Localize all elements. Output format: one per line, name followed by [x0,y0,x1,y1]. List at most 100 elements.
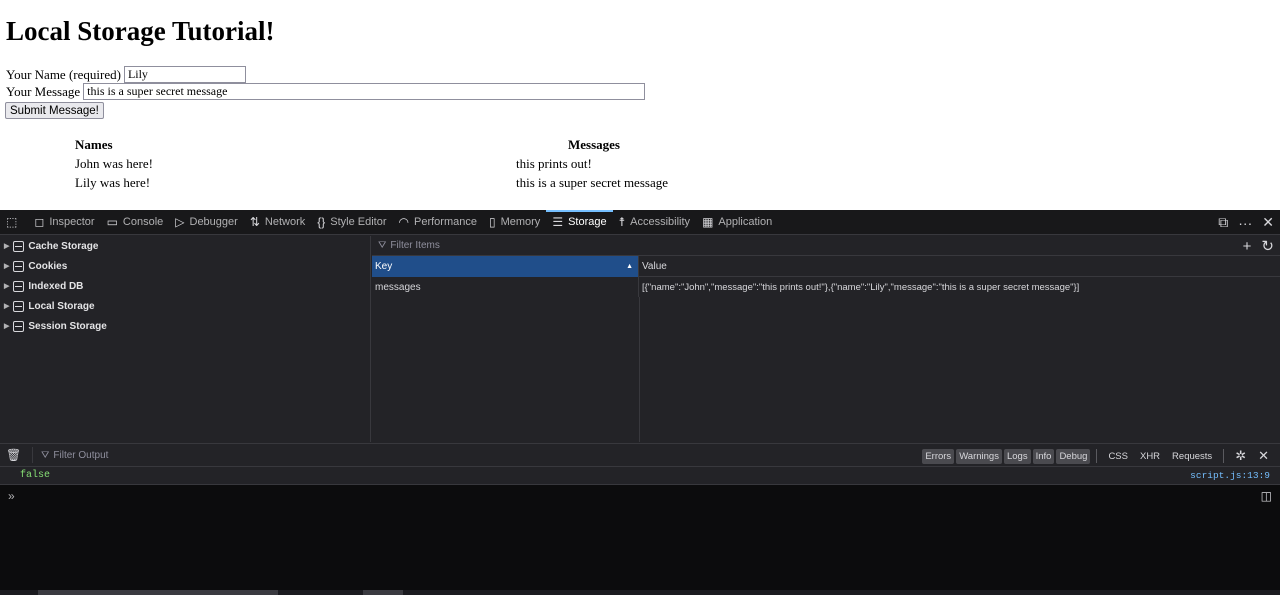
table-cell-name: Lily was here! [75,175,151,190]
filter-requests-button[interactable]: Requests [1167,451,1217,462]
message-row: Your Message [6,83,646,100]
column-label: Value [642,260,667,272]
row-key[interactable]: messages [372,277,639,297]
filter-warnings-button[interactable]: Warnings [956,448,1002,464]
message-label: Your Message [6,83,81,99]
table-cell-message: this is a super secret message [516,175,668,190]
filter-items-bar[interactable]: ⛛ Filter Items + ↻ [372,236,1280,256]
tree-item-label: Local Storage [28,300,95,312]
separator [1223,449,1225,463]
filter-output-input[interactable]: Filter Output [53,450,108,461]
close-split-console-icon[interactable]: ✕ [1253,448,1274,464]
network-icon: ⇅ [249,215,260,229]
console-toolbar: 🗑 ⛛ Filter Output Errors Warnings Logs I… [0,443,1280,467]
devtools-panel: ⬚ ◻ Inspector ▭ Console ▷ Debugger ⇅ Net… [0,209,1280,595]
tab-network[interactable]: ⇅ Network [244,210,311,235]
inspector-icon: ◻ [34,215,45,229]
editor-mode-icon[interactable]: ◫ [1261,489,1272,503]
tree-item-cookies[interactable]: ▶ Cookies [0,256,370,276]
filter-css-button[interactable]: CSS [1103,451,1133,462]
toolbar-actions: ⧉ ··· ✕ [1218,210,1274,235]
tab-label: Accessibility [630,216,691,228]
tab-console[interactable]: ▭ Console [101,210,170,235]
storage-table: ⛛ Filter Items + ↻ Key ▲ Value messages … [372,236,1280,442]
database-icon [13,280,25,292]
name-input[interactable] [123,66,246,83]
dock-options-icon[interactable]: ⧉ [1218,214,1228,231]
tab-label: Memory [500,216,541,228]
tab-label: Style Editor [330,216,387,228]
tab-accessibility[interactable]: ☨ Accessibility [613,210,696,235]
expand-arrow-icon[interactable]: ▶ [4,262,9,270]
names-header: Names [75,137,113,152]
table-cell-name: John was here! [75,156,153,171]
log-level-filters: Errors Warnings Logs Info Debug CSS XHR … [922,444,1274,468]
console-message-source-link[interactable]: script.js:13:9 [1190,470,1270,481]
strip-segment [38,590,278,595]
devtools-toolbar: ⬚ ◻ Inspector ▭ Console ▷ Debugger ⇅ Net… [0,209,1280,235]
tree-item-local-storage[interactable]: ▶ Local Storage [0,296,370,316]
separator [1096,449,1098,463]
filter-icon: ⛛ [378,240,387,251]
add-item-icon[interactable]: + [1243,238,1252,255]
tab-application[interactable]: ▦ Application [696,210,778,235]
row-value[interactable]: [{"name":"John","message":"this prints o… [639,277,1280,297]
element-picker-icon: ⬚ [6,215,18,229]
tab-label: Network [264,216,306,228]
page-title: Local Storage Tutorial! [6,16,275,46]
filter-items-input[interactable]: Filter Items [390,240,439,251]
tab-memory[interactable]: ▯ Memory [483,210,546,235]
tab-label: Application [718,216,773,228]
console-settings-icon[interactable]: ✲ [1230,448,1251,464]
tab-label: Inspector [49,216,95,228]
column-header-key[interactable]: Key ▲ [372,256,639,277]
column-divider [639,297,640,442]
more-options-icon[interactable]: ··· [1238,215,1252,231]
database-icon [13,300,25,312]
column-label: Key [375,261,393,272]
console-message: false script.js:13:9 [0,467,1280,485]
tree-item-label: Cookies [28,260,68,272]
column-header-value[interactable]: Value [639,256,1280,277]
table-cell-message: this prints out! [516,156,592,171]
clear-console-icon[interactable]: 🗑 [6,448,21,462]
tree-item-indexed-db[interactable]: ▶ Indexed DB [0,276,370,296]
filter-output-bar[interactable]: ⛛ Filter Output [32,447,108,463]
application-icon: ▦ [702,215,714,229]
tree-item-label: Cache Storage [28,240,99,252]
tree-item-cache-storage[interactable]: ▶ Cache Storage [0,236,370,256]
expand-arrow-icon[interactable]: ▶ [4,322,9,330]
style-editor-icon: {} [317,215,326,229]
filter-debug-button[interactable]: Debug [1056,448,1091,464]
submit-message-button[interactable]: Submit Message! [5,102,104,119]
tab-storage[interactable]: ☰ Storage [546,209,613,235]
memory-icon: ▯ [488,215,496,229]
tree-item-session-storage[interactable]: ▶ Session Storage [0,316,370,336]
database-icon [13,240,25,252]
table-row[interactable]: messages [{"name":"John","message":"this… [372,277,1280,297]
table-header: Key ▲ Value [372,256,1280,277]
expand-arrow-icon[interactable]: ▶ [4,302,9,310]
close-icon[interactable]: ✕ [1262,214,1274,231]
tab-style-editor[interactable]: {} Style Editor [311,210,392,235]
filter-info-button[interactable]: Info [1032,448,1055,464]
filter-errors-button[interactable]: Errors [922,448,955,464]
tab-debugger[interactable]: ▷ Debugger [169,210,244,235]
tab-performance[interactable]: ◠ Performance [393,210,483,235]
expand-arrow-icon[interactable]: ▶ [4,282,9,290]
name-label: Your Name (required) [6,66,121,82]
tab-inspector[interactable]: ◻ Inspector [28,210,100,235]
name-row: Your Name (required) [6,66,246,83]
table-actions: + ↻ [1243,236,1274,256]
message-input[interactable] [83,83,646,100]
expand-arrow-icon[interactable]: ▶ [4,242,9,250]
filter-xhr-button[interactable]: XHR [1135,451,1165,462]
database-icon [13,260,25,272]
console-input[interactable]: » ◫ [0,485,1280,590]
console-prompt-icon: » [8,489,15,503]
filter-logs-button[interactable]: Logs [1003,448,1031,464]
element-picker-button[interactable]: ⬚ [0,210,28,235]
tab-label: Storage [568,216,607,228]
refresh-icon[interactable]: ↻ [1261,237,1274,255]
bottom-strip [0,590,1280,595]
